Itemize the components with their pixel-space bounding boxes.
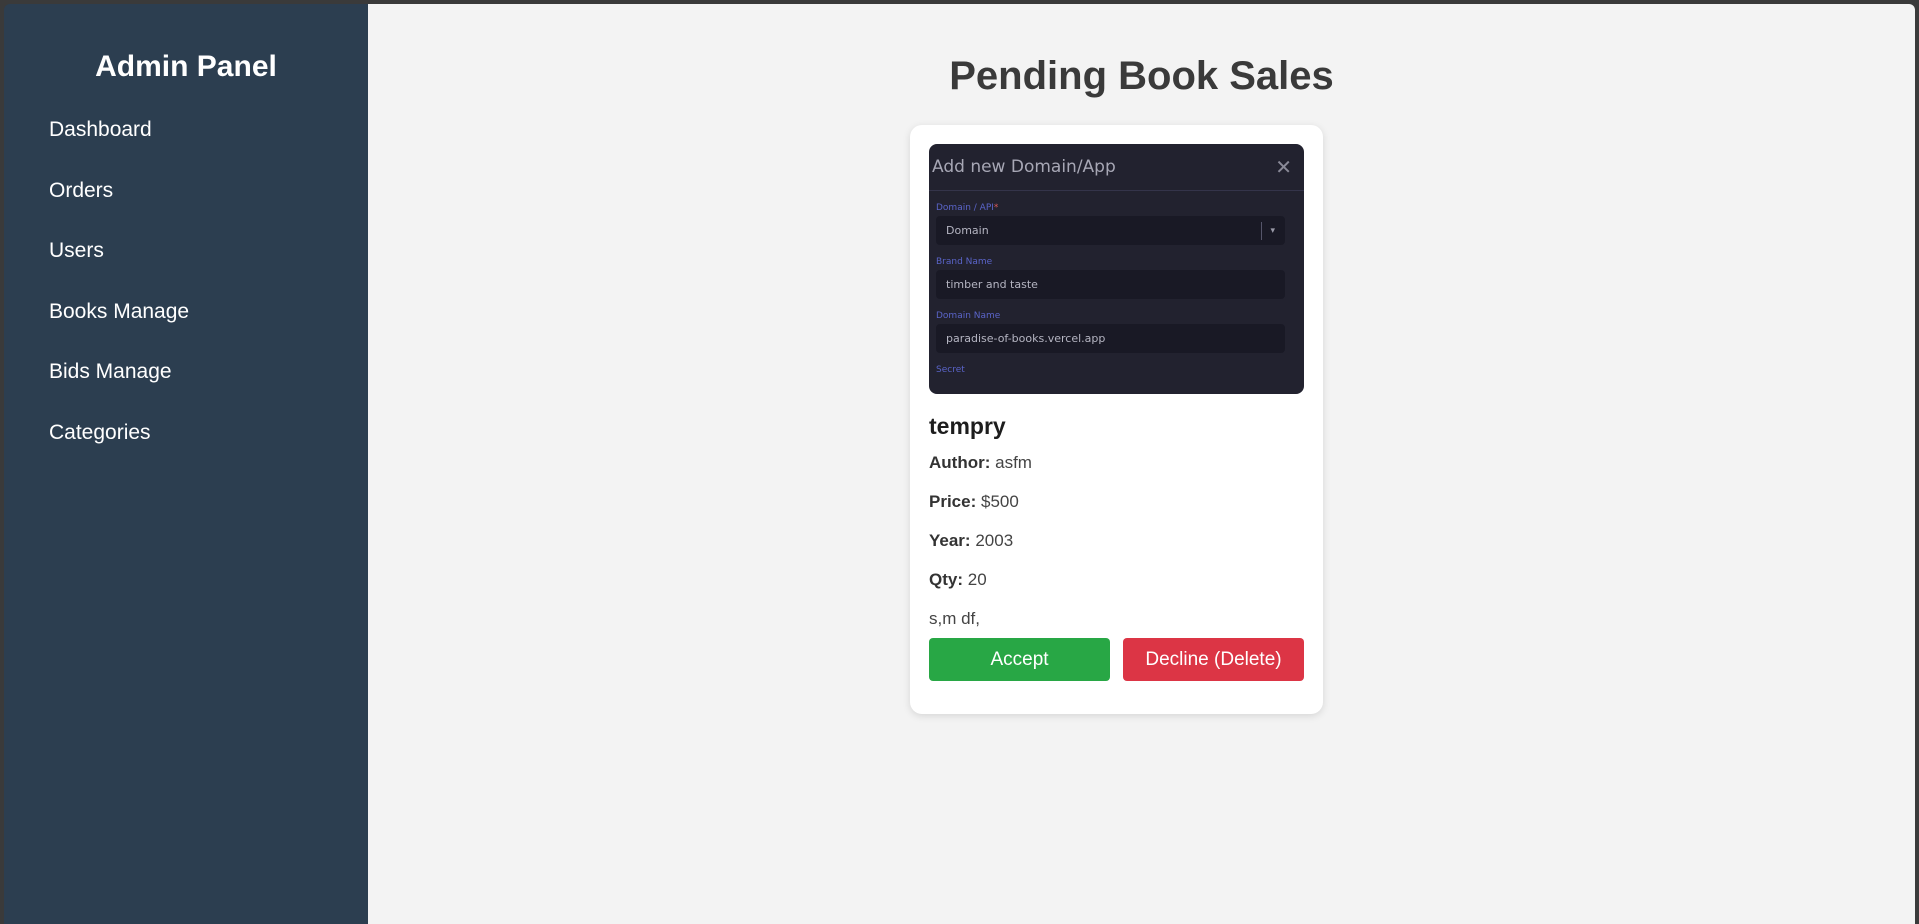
decline-delete-button[interactable]: Decline (Delete)	[1123, 638, 1304, 681]
sidebar-item-users[interactable]: Users	[4, 233, 368, 294]
app-window: Admin Panel Dashboard Orders Users Books…	[4, 4, 1915, 924]
qty-value: 20	[967, 570, 987, 589]
image-select-value: Domain	[946, 224, 989, 237]
author-row: Author: asfm	[929, 452, 1304, 491]
image-input-value: paradise-of-books.vercel.app	[946, 332, 1106, 345]
author-value: asfm	[995, 453, 1032, 472]
image-input: timber and taste	[936, 270, 1285, 299]
image-field-domain-name: Domain Name paradise-of-books.vercel.app	[929, 311, 1304, 353]
image-field-domain-api: Domain / API* Domain ▾	[929, 203, 1304, 245]
card-actions: Accept Decline (Delete)	[929, 638, 1304, 681]
qty-label: Qty:	[929, 570, 963, 589]
price-row: Price: $500	[929, 491, 1304, 530]
image-field-label: Brand Name	[936, 257, 993, 267]
image-modal-header: Add new Domain/App ✕	[929, 144, 1304, 191]
image-field-label: Domain / API*	[936, 203, 999, 213]
close-icon: ✕	[1275, 155, 1292, 179]
sidebar: Admin Panel Dashboard Orders Users Books…	[4, 4, 368, 924]
price-label: Price:	[929, 492, 977, 511]
image-field-secret: Secret	[929, 365, 1304, 375]
image-modal-title: Add new Domain/App	[932, 157, 1116, 177]
sidebar-item-orders[interactable]: Orders	[4, 173, 368, 234]
qty-row: Qty: 20	[929, 569, 1304, 608]
author-label: Author:	[929, 453, 991, 472]
book-card: Add new Domain/App ✕ Domain / API* Domai…	[910, 125, 1323, 714]
image-field-brand-name: Brand Name timber and taste	[929, 257, 1304, 299]
sidebar-item-categories[interactable]: Categories	[4, 415, 368, 476]
year-row: Year: 2003	[929, 530, 1304, 569]
sidebar-item-dashboard[interactable]: Dashboard	[4, 112, 368, 173]
year-label: Year:	[929, 531, 971, 550]
year-value: 2003	[975, 531, 1014, 550]
main-content: Pending Book Sales Add new Domain/App ✕ …	[368, 4, 1915, 924]
sidebar-title: Admin Panel	[95, 50, 277, 83]
book-image: Add new Domain/App ✕ Domain / API* Domai…	[929, 144, 1304, 394]
required-mark: *	[993, 203, 999, 213]
sidebar-nav: Dashboard Orders Users Books Manage Bids…	[4, 112, 368, 475]
image-field-label: Domain Name	[936, 311, 1001, 321]
book-description: s,m df,	[929, 609, 981, 628]
image-input: paradise-of-books.vercel.app	[936, 324, 1285, 353]
accept-button[interactable]: Accept	[929, 638, 1110, 681]
image-input-value: timber and taste	[946, 278, 1038, 291]
sidebar-item-books-manage[interactable]: Books Manage	[4, 294, 368, 355]
image-select: Domain ▾	[936, 216, 1285, 245]
sidebar-item-bids-manage[interactable]: Bids Manage	[4, 354, 368, 415]
page-title: Pending Book Sales	[949, 54, 1334, 98]
price-value: $500	[980, 492, 1019, 511]
chevron-down-icon: ▾	[1261, 221, 1275, 240]
book-title: tempry	[929, 413, 1006, 439]
image-field-label: Secret	[936, 365, 965, 375]
